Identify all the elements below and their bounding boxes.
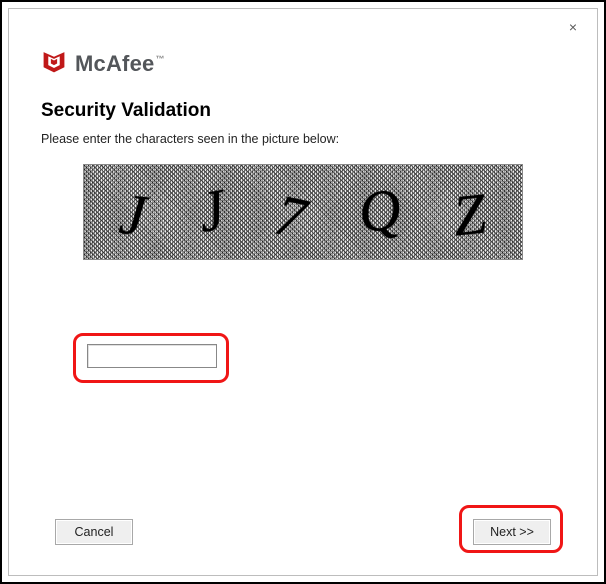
captcha-char-2: J (193, 175, 230, 245)
page-title: Security Validation (41, 100, 565, 122)
brand-logo: McAfee™ (41, 49, 565, 78)
captcha-char-5: Z (450, 179, 489, 249)
brand-name: McAfee™ (75, 51, 165, 77)
close-icon[interactable]: × (563, 17, 583, 37)
captcha-image: J J 7 Q Z (83, 164, 523, 260)
captcha-letters: J J 7 Q Z (84, 165, 522, 259)
cancel-button[interactable]: Cancel (55, 519, 133, 545)
content-area: Security Validation Please enter the cha… (41, 100, 565, 260)
trademark-symbol: ™ (155, 54, 164, 64)
mcafee-shield-icon (41, 49, 67, 78)
captcha-input[interactable] (87, 344, 217, 368)
captcha-char-3: 7 (270, 180, 312, 252)
instruction-text: Please enter the characters seen in the … (41, 132, 565, 146)
dialog-window: × McAfee™ Security Validation Please ent… (8, 8, 598, 576)
captcha-char-4: Q (354, 174, 405, 246)
screenshot-frame: × McAfee™ Security Validation Please ent… (0, 0, 606, 584)
next-button[interactable]: Next >> (473, 519, 551, 545)
captcha-input-wrap (87, 344, 217, 368)
captcha-char-1: J (117, 179, 150, 248)
button-bar: Cancel Next >> (9, 519, 597, 545)
titlebar: × (41, 23, 565, 43)
